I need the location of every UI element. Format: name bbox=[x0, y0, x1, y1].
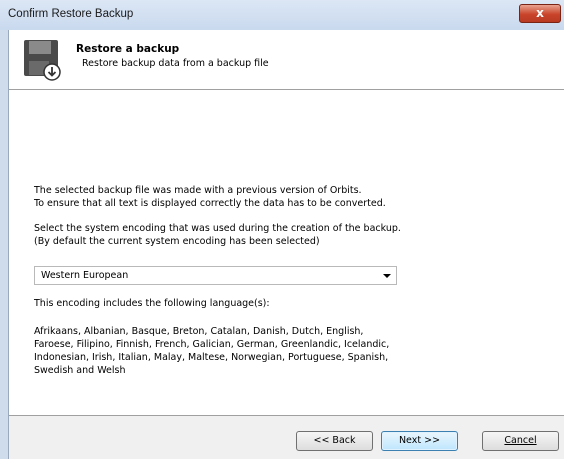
header-subtitle: Restore backup data from a backup file bbox=[82, 58, 269, 69]
encoding-select-value: Western European bbox=[41, 270, 129, 281]
cancel-button[interactable]: Cancel bbox=[482, 431, 559, 451]
window-title: Confirm Restore Backup bbox=[8, 8, 134, 20]
wizard-content: The selected backup file was made with a… bbox=[9, 90, 564, 415]
instruction-line-1: Select the system encoding that was used… bbox=[34, 223, 401, 234]
header-title: Restore a backup bbox=[76, 43, 180, 55]
encoding-select[interactable]: Western European bbox=[34, 266, 397, 285]
dialog-window: Confirm Restore Backup x Restore a backu… bbox=[0, 0, 564, 459]
languages-line: Swedish and Welsh bbox=[34, 365, 126, 376]
wizard-footer: << Back Next >> Cancel bbox=[9, 415, 564, 459]
floppy-restore-icon bbox=[24, 40, 61, 81]
back-button[interactable]: << Back bbox=[296, 431, 373, 451]
dialog-client: Restore a backup Restore backup data fro… bbox=[8, 30, 564, 459]
info-line-1: The selected backup file was made with a… bbox=[34, 185, 362, 196]
close-button[interactable]: x bbox=[519, 4, 561, 23]
languages-line: Indonesian, Irish, Italian, Malay, Malte… bbox=[34, 352, 389, 363]
instruction-line-2: (By default the current system encoding … bbox=[34, 236, 320, 247]
languages-line: Faroese, Filipino, Finnish, French, Gali… bbox=[34, 339, 390, 350]
languages-intro: This encoding includes the following lan… bbox=[34, 298, 270, 309]
wizard-header: Restore a backup Restore backup data fro… bbox=[9, 30, 564, 90]
info-line-2: To ensure that all text is displayed cor… bbox=[34, 198, 386, 209]
chevron-down-icon[interactable] bbox=[383, 274, 391, 278]
cancel-label: Cancel bbox=[504, 435, 537, 446]
languages-line: Afrikaans, Albanian, Basque, Breton, Cat… bbox=[34, 326, 364, 337]
next-button[interactable]: Next >> bbox=[381, 431, 458, 451]
close-icon: x bbox=[536, 6, 544, 20]
title-bar[interactable]: Confirm Restore Backup x bbox=[0, 0, 564, 30]
